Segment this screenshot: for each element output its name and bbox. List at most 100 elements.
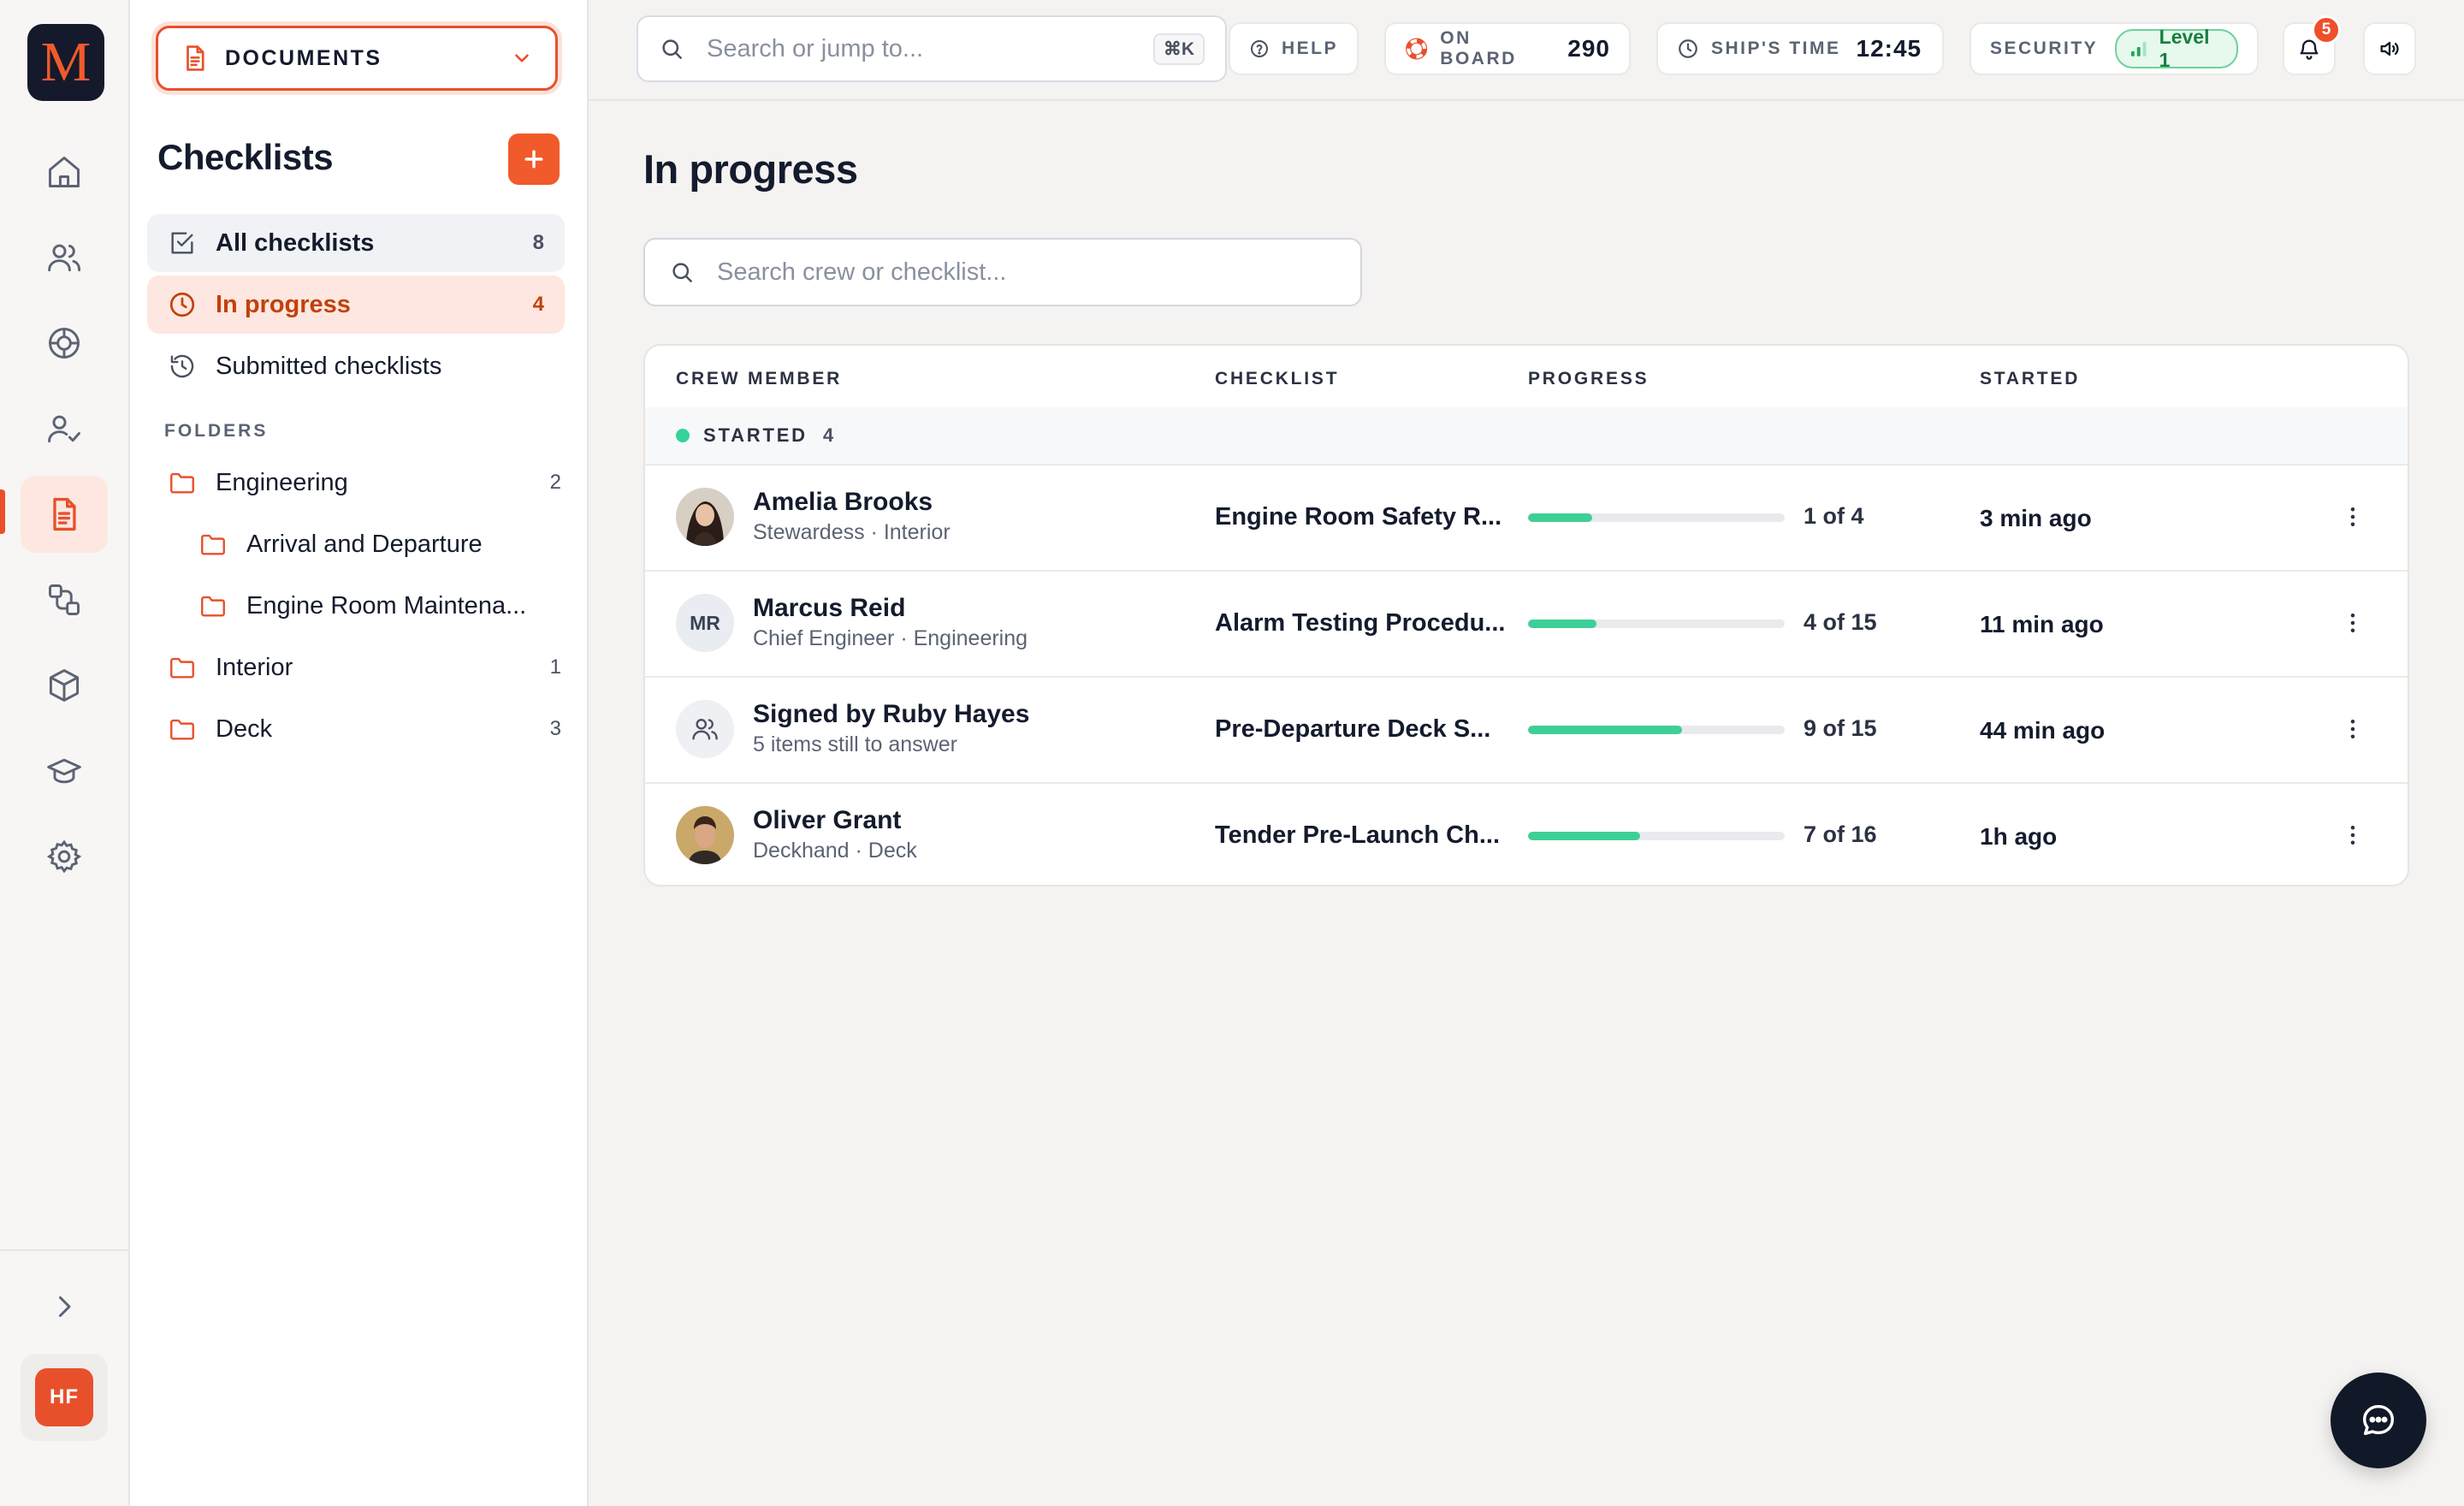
row-menu-button[interactable] [2337,501,2368,532]
table-row[interactable]: Oliver Grant Deckhand · Deck Tender Pre-… [645,782,2408,885]
status-dot [676,429,690,442]
more-vertical-icon [2350,826,2355,845]
checklists-sidebar: DOCUMENTS Checklists All checklists 8 In… [130,0,589,1506]
progress-fill [1528,513,1592,522]
folder-icon [201,596,225,617]
progress-text: 7 of 16 [1804,821,1877,847]
sound-button[interactable] [2363,22,2416,75]
crew-name: Marcus Reid [753,594,906,622]
folder-count: 1 [549,655,561,679]
add-checklist-button[interactable] [508,133,560,185]
crew-search[interactable] [643,238,1362,306]
folder-icon [170,657,194,679]
help-button[interactable]: HELP [1229,22,1359,75]
folder-deck[interactable]: Deck 3 [168,703,561,755]
expand-sidebar-button[interactable] [21,1268,108,1345]
group-count: 4 [822,424,834,446]
lifebuoy-icon [49,328,80,359]
rail-divider [0,1249,128,1251]
checkbox-icon [171,232,193,254]
package-icon [49,669,80,702]
row-menu-button[interactable] [2337,608,2368,638]
nav-label: All checklists [216,228,375,257]
security-level-value: Level 1 [2159,26,2210,71]
crew-role: Chief Engineer · Engineering [753,626,1028,650]
safety-nav[interactable] [21,305,108,382]
nav-all-checklists[interactable]: All checklists 8 [147,214,565,272]
document-icon [187,45,204,71]
table-row[interactable]: Signed by Ruby Hayes 5 items still to an… [645,676,2408,784]
column-started[interactable]: STARTED [1980,369,2080,389]
global-search[interactable]: ⌘K [637,15,1227,82]
table-header: CREW MEMBER CHECKLIST PROGRESS STARTED [645,346,2408,409]
crew-search-input[interactable] [715,257,1336,288]
settings-icon [46,839,82,874]
on-board-counter[interactable]: ON BOARD 290 [1384,22,1631,75]
attendance-nav[interactable] [21,390,108,467]
graduation-cap-icon [47,758,81,784]
avatar-photo [676,488,734,546]
checklist-name[interactable]: Engine Room Safety R... [1215,503,1502,531]
workflow-nav[interactable] [21,561,108,638]
avatar [676,488,734,546]
training-nav[interactable] [21,732,108,809]
nav-in-progress[interactable]: In progress 4 [147,276,565,334]
avatar [676,700,734,758]
security-level[interactable]: SECURITY Level 1 [1969,22,2259,75]
crew-name: Oliver Grant [753,806,902,834]
global-search-input[interactable] [705,33,1153,64]
column-crew-member[interactable]: CREW MEMBER [676,369,842,389]
module-select[interactable]: DOCUMENTS [156,26,558,91]
plus-icon [524,150,543,169]
more-vertical-icon [2350,614,2355,632]
row-menu-button[interactable] [2337,714,2368,744]
search-icon [662,39,682,59]
module-select-label: DOCUMENTS [225,45,382,70]
checklist-name[interactable]: Pre-Departure Deck S... [1215,715,1490,744]
chevron-right-icon [59,1296,71,1317]
checklist-name[interactable]: Alarm Testing Procedu... [1215,609,1505,637]
chevron-down-icon [515,54,529,62]
more-vertical-icon [2350,507,2355,526]
folder-label: Engineering [216,468,348,496]
row-menu-button[interactable] [2337,820,2368,851]
folder-icon [170,472,194,494]
avatar-photo [676,806,734,864]
users-icon [48,244,81,272]
lifebuoy-icon [1406,38,1428,60]
folder-engineering[interactable]: Engineering 2 [168,457,561,508]
folder-arrival-and-departure[interactable]: Arrival and Departure [198,519,561,570]
checklist-name[interactable]: Tender Pre-Launch Ch... [1215,821,1500,850]
home-icon [49,157,80,187]
progress-bar [1528,513,1785,522]
ship-time: SHIP'S TIME 12:45 [1656,22,1944,75]
on-board-label: ON BOARD [1440,28,1517,68]
folder-engine-room-maintenance[interactable]: Engine Room Maintena... [198,580,561,631]
user-menu[interactable]: HF [21,1354,108,1441]
folder-label: Engine Room Maintena... [246,591,527,620]
crew-nav[interactable] [21,219,108,296]
started-time: 3 min ago [1980,505,2092,531]
progress-bar [1528,726,1785,734]
nav-submitted-checklists[interactable]: Submitted checklists [147,337,565,395]
table-row[interactable]: Amelia Brooks Stewardess · Interior Engi… [645,464,2408,572]
documents-nav[interactable] [21,476,108,553]
help-circle-icon [1250,40,1268,57]
app-logo[interactable]: M [27,24,104,101]
settings-nav[interactable] [21,818,108,895]
folder-interior[interactable]: Interior 1 [168,642,561,693]
inventory-nav[interactable] [21,647,108,724]
chat-bubble-icon [2362,1404,2395,1436]
folders-heading: FOLDERS [164,421,269,441]
active-indicator [0,489,5,534]
chat-button[interactable] [2331,1373,2426,1468]
group-header-started[interactable]: STARTED 4 [645,407,2408,465]
ship-time-value: 12:45 [1856,35,1922,62]
home-nav[interactable] [21,133,108,210]
security-level-badge: Level 1 [2115,26,2238,71]
avatar [676,806,734,864]
column-checklist[interactable]: CHECKLIST [1215,369,1339,389]
sidebar-title: Checklists [157,137,334,177]
table-row[interactable]: MR Marcus Reid Chief Engineer · Engineer… [645,570,2408,678]
column-progress[interactable]: PROGRESS [1528,369,1649,389]
